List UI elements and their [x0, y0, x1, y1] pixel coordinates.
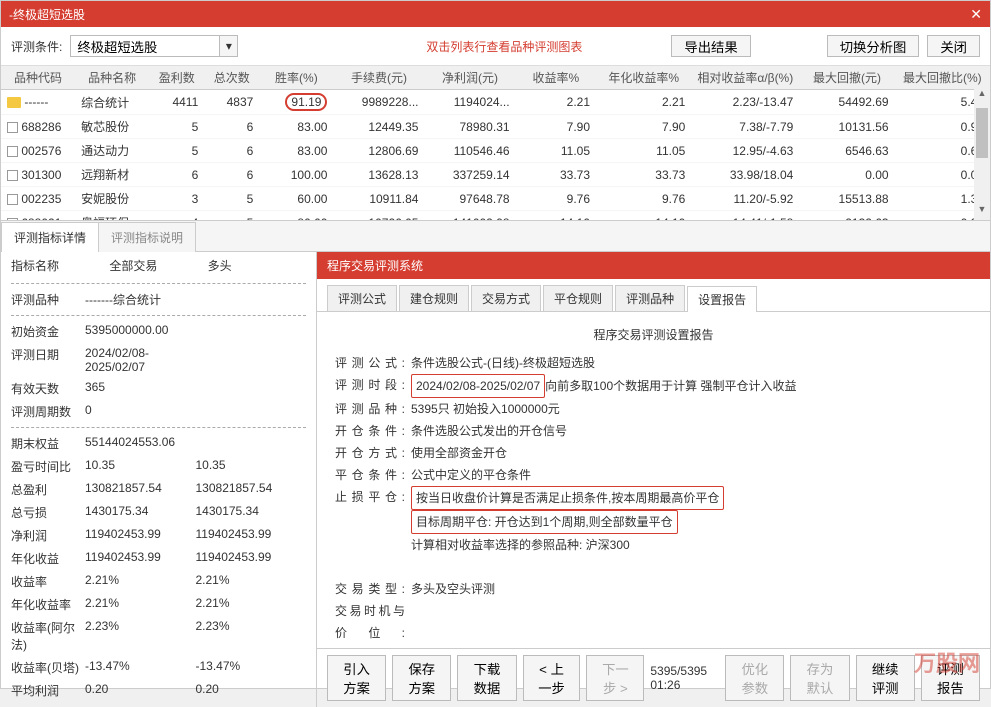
rp-heading: 程序交易评测设置报告 — [335, 324, 972, 346]
left-panel: 指标名称 全部交易 多头 评测品种-------综合统计初始资金53950000… — [1, 252, 317, 707]
metric-row: 年化收益119402453.99119402453.99 — [1, 547, 316, 570]
box-icon — [7, 146, 18, 157]
chevron-down-icon[interactable]: ▾ — [220, 35, 238, 57]
result-grid[interactable]: 品种代码品种名称盈利数总次数胜率(%)手续费(元)净利润(元)收益率%年化收益率… — [1, 66, 990, 221]
hint-text: 双击列表行查看品种评测图表 — [426, 38, 582, 55]
col-header[interactable]: 盈利数 — [149, 66, 204, 90]
switch-chart-button[interactable]: 切换分析图 — [827, 35, 920, 57]
scroll-up-icon[interactable]: ▲ — [974, 88, 990, 104]
scroll-down-icon[interactable]: ▼ — [974, 204, 990, 220]
table-row[interactable]: 688021奥福环保4580.0010726.05141002.9814.101… — [1, 211, 990, 222]
prev-button[interactable]: < 上一步 — [523, 655, 581, 701]
rp-tab[interactable]: 评测品种 — [615, 285, 685, 311]
box-icon — [7, 194, 18, 205]
rp-tab[interactable]: 建仓规则 — [399, 285, 469, 311]
save-button[interactable]: 保存方案 — [392, 655, 451, 701]
folder-icon — [7, 97, 21, 108]
metric-row: 平均利润0.200.20 — [1, 679, 316, 702]
cond-input[interactable] — [70, 35, 220, 57]
report-line: 计算相对收益率选择的参照品种: 沪深300 — [335, 534, 972, 556]
download-button[interactable]: 下载数据 — [457, 655, 516, 701]
box-icon — [7, 218, 18, 221]
tab-detail[interactable]: 评测指标详情 — [1, 222, 99, 252]
report-line — [335, 556, 972, 578]
report-line: 平仓条件:公式中定义的平仓条件 — [335, 464, 972, 486]
metric-row: 期末权益55144024553.06 — [1, 432, 316, 455]
rp-tab[interactable]: 平仓规则 — [543, 285, 613, 311]
rp-title: 程序交易评测系统 — [317, 252, 990, 279]
table-row[interactable]: 688286敏芯股份5683.0012449.3578980.317.907.9… — [1, 115, 990, 139]
report-line: 开仓条件:条件选股公式发出的开仓信号 — [335, 420, 972, 442]
metric-row: 有效天数365 — [1, 377, 316, 400]
col-header[interactable]: 手续费(元) — [333, 66, 424, 90]
col-header[interactable]: 胜率(%) — [259, 66, 333, 90]
col-header[interactable]: 相对收益率α/β(%) — [691, 66, 799, 90]
continue-button[interactable]: 继续评测 — [856, 655, 915, 701]
metric-row: 总盈利130821857.54130821857.54 — [1, 478, 316, 501]
next-button: 下一步 > — [586, 655, 644, 701]
cond-label: 评测条件: — [11, 38, 62, 55]
col-header[interactable]: 年化收益率% — [596, 66, 691, 90]
col-header[interactable]: 总次数 — [204, 66, 259, 90]
table-row[interactable]: 002576通达动力5683.0012806.69110546.4611.051… — [1, 139, 990, 163]
report-line: 评测公式:条件选股公式-(日线)-终极超短选股 — [335, 352, 972, 374]
metric-row: 收益率2.21%2.21% — [1, 570, 316, 593]
metric-row: 总亏损1430175.341430175.34 — [1, 501, 316, 524]
status-text: 5395/5395 01:26 — [650, 664, 713, 692]
col-header[interactable]: 品种名称 — [75, 66, 149, 90]
metric-row: 盈亏时间比10.3510.35 — [1, 455, 316, 478]
lh-long: 多头 — [208, 257, 306, 274]
tab-explain[interactable]: 评测指标说明 — [98, 222, 196, 252]
report-line: 目标周期平仓: 开仓达到1个周期,则全部数量平仓 — [335, 510, 972, 534]
rp-tab[interactable]: 设置报告 — [687, 286, 757, 312]
metric-row: 评测周期数0 — [1, 400, 316, 423]
col-header[interactable]: 最大回撤(元) — [799, 66, 894, 90]
close-icon[interactable]: ✕ — [970, 6, 982, 23]
import-button[interactable]: 引入方案 — [327, 655, 386, 701]
window-title: -终极超短选股 — [9, 6, 85, 23]
report-line: 交易时机与价位: — [335, 600, 972, 644]
right-panel: 程序交易评测系统 评测公式建仓规则交易方式平仓规则评测品种设置报告 程序交易评测… — [317, 252, 990, 707]
export-button[interactable]: 导出结果 — [671, 35, 750, 57]
title-bar: -终极超短选股 ✕ — [1, 1, 990, 27]
metric-row: 交易量(股/手)582884160582884160 — [1, 702, 316, 707]
scroll-thumb[interactable] — [976, 108, 988, 158]
table-row[interactable]: 301300远翔新材66100.0013628.13337259.1433.73… — [1, 163, 990, 187]
metric-row: 年化收益率2.21%2.21% — [1, 593, 316, 616]
col-header[interactable]: 收益率% — [516, 66, 596, 90]
metric-row: 收益率(阿尔法)2.23%2.23% — [1, 616, 316, 656]
default-button[interactable]: 存为默认 — [790, 655, 849, 701]
col-header[interactable]: 品种代码 — [1, 66, 75, 90]
rp-tab[interactable]: 交易方式 — [471, 285, 541, 311]
metric-row: 收益率(贝塔)-13.47%-13.47% — [1, 656, 316, 679]
close-button[interactable]: 关闭 — [927, 35, 980, 57]
report-line: 评测时段:2024/02/08-2025/02/07向前多取100个数据用于计算… — [335, 374, 972, 398]
report-line: 开仓方式:使用全部资金开仓 — [335, 442, 972, 464]
box-icon — [7, 122, 18, 133]
lh-name: 指标名称 — [11, 257, 109, 274]
toolbar: 评测条件: ▾ 双击列表行查看品种评测图表 导出结果 切换分析图 关闭 — [1, 27, 990, 66]
table-row[interactable]: 002235安妮股份3560.0010911.8497648.789.769.7… — [1, 187, 990, 211]
optimize-button[interactable]: 优化参数 — [725, 655, 784, 701]
box-icon — [7, 170, 18, 181]
metric-row: 初始资金5395000000.00 — [1, 320, 316, 343]
report-line: 交易类型:多头及空头评测 — [335, 578, 972, 600]
metric-row: 净利润119402453.99119402453.99 — [1, 524, 316, 547]
rp-tab[interactable]: 评测公式 — [327, 285, 397, 311]
col-header[interactable]: 净利润(元) — [424, 66, 515, 90]
table-row[interactable]: ------综合统计4411483791.199989228...1194024… — [1, 90, 990, 115]
metric-row: 评测品种-------综合统计 — [1, 288, 316, 311]
lh-all: 全部交易 — [109, 257, 207, 274]
metric-row: 评测日期2024/02/08-2025/02/07 — [1, 343, 316, 377]
report-line: 评测品种:5395只 初始投入1000000元 — [335, 398, 972, 420]
scrollbar[interactable]: ▲ ▼ — [974, 88, 990, 220]
report-line: 止损平仓:按当日收盘价计算是否满足止损条件,按本周期最高价平仓 — [335, 486, 972, 510]
col-header[interactable]: 最大回撤比(%) — [895, 66, 990, 90]
report-button[interactable]: 评测报告 — [921, 655, 980, 701]
